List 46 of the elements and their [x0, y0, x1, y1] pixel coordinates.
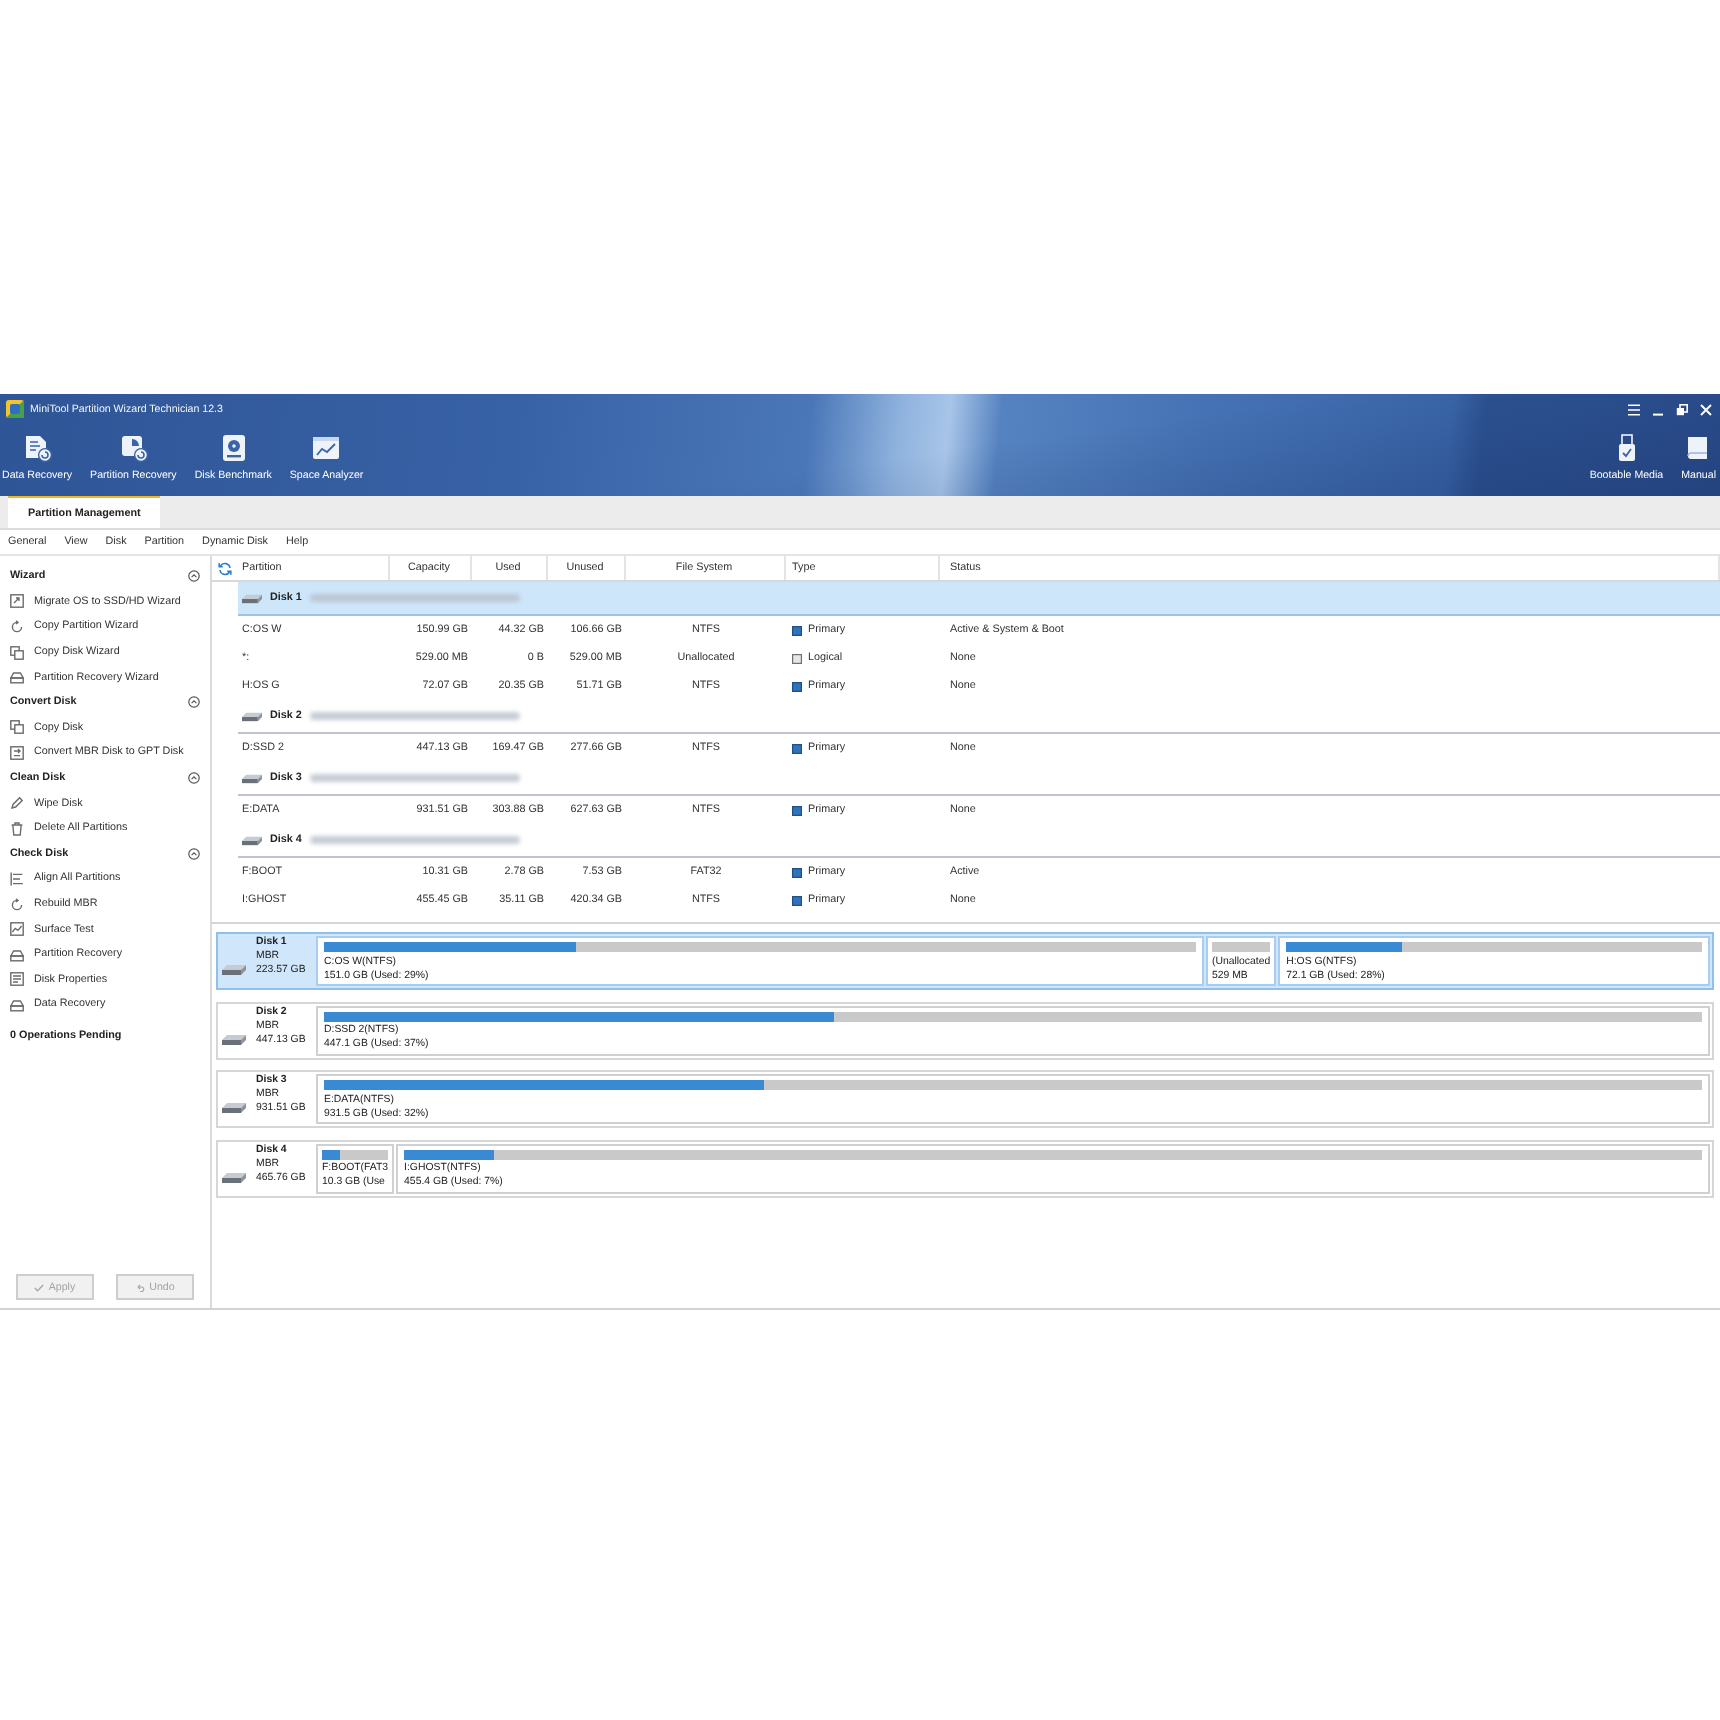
copy-icon: [10, 720, 24, 735]
collapse-icon[interactable]: [188, 847, 200, 860]
primary-partition-icon: [792, 805, 802, 815]
list-window-icon: [10, 972, 24, 987]
check-icon: [34, 1283, 45, 1291]
circular-arrow-icon: [10, 619, 24, 634]
usage-bar: [1211, 942, 1271, 952]
primary-partition-icon: [792, 867, 802, 877]
square-arrows-icon: [10, 745, 24, 760]
logical-partition-icon: [792, 653, 802, 663]
restore-icon[interactable]: [1676, 403, 1688, 415]
primary-partition-icon: [792, 895, 802, 905]
chart-window-icon: [10, 922, 24, 937]
close-icon[interactable]: [1700, 403, 1712, 415]
primary-partition-icon: [792, 625, 802, 635]
drive-icon: [10, 670, 24, 685]
collapse-icon[interactable]: [188, 772, 200, 785]
drive-icon: [10, 947, 24, 962]
menu-icon[interactable]: [1628, 403, 1640, 415]
drive-refresh-icon: [119, 434, 148, 462]
circular-arrow-icon: [10, 897, 24, 912]
trash-icon: [10, 821, 24, 836]
drive-icon: [242, 773, 262, 783]
bars-icon: [10, 871, 24, 886]
pen-icon: [10, 796, 24, 811]
drive-icon: [242, 835, 262, 845]
app-logo: [6, 400, 24, 418]
drive-icon: [222, 1033, 246, 1045]
collapse-icon[interactable]: [188, 696, 200, 709]
drive-icon: [222, 1102, 246, 1114]
chart-window-icon: [312, 434, 341, 462]
drive-icon: [10, 997, 24, 1012]
drive-icon: [222, 964, 246, 976]
copy-icon: [10, 645, 24, 660]
drive-icon: [242, 593, 262, 603]
drive-icon: [242, 711, 262, 721]
primary-partition-icon: [792, 743, 802, 753]
drive-icon: [222, 1171, 246, 1183]
undo-arrow-icon: [135, 1283, 146, 1291]
book-icon: [1686, 434, 1711, 462]
document-refresh-icon: [23, 434, 52, 462]
primary-partition-icon: [792, 681, 802, 691]
window-arrow-icon: [10, 594, 24, 609]
usb-drive-icon: [1617, 434, 1636, 462]
refresh-icon[interactable]: [218, 561, 232, 575]
collapse-icon[interactable]: [188, 570, 200, 583]
